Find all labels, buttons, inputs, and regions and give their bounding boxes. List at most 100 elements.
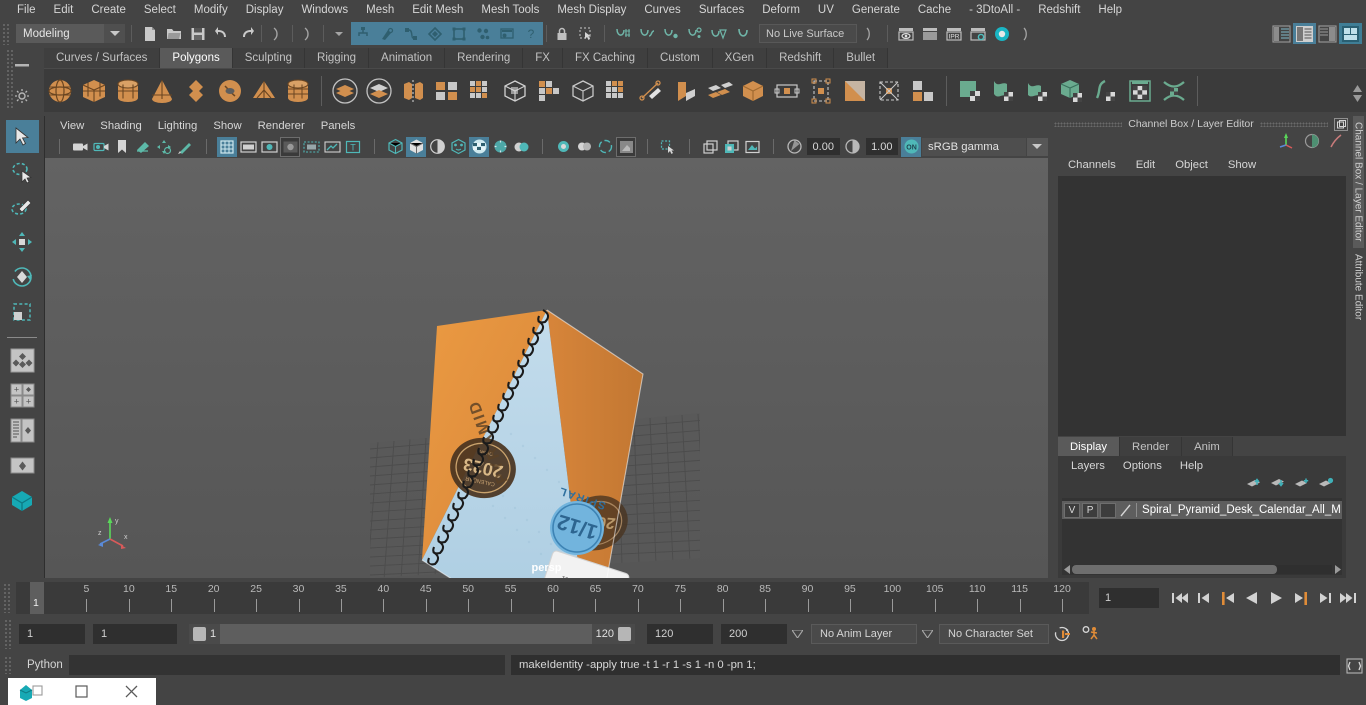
current-frame-field[interactable]: 1: [1099, 588, 1159, 608]
step-forward-key-icon[interactable]: [1289, 587, 1311, 609]
step-back-frame-icon[interactable]: [1193, 587, 1215, 609]
show-hide-channel-box-icon[interactable]: [1316, 23, 1339, 44]
lock-icon[interactable]: [550, 22, 574, 45]
play-forwards-icon[interactable]: [1265, 587, 1287, 609]
select-by-object-type-icon[interactable]: [375, 22, 399, 45]
lasso-select-tool[interactable]: [6, 155, 39, 188]
surface-revolve-icon[interactable]: [1090, 74, 1122, 108]
layer-name[interactable]: Spiral_Pyramid_Desk_Calendar_All_Mon: [1139, 504, 1340, 516]
xray-joints-icon[interactable]: [700, 137, 720, 157]
time-slider-track[interactable]: 1 5 10 15 20 25 30 35 40 45 50 55 60 65 70 75 80 85 90 95 1…: [16, 582, 1089, 614]
move-layer-down-icon[interactable]: [1270, 477, 1286, 495]
extrude-icon[interactable]: [499, 74, 531, 108]
select-tool[interactable]: [5, 120, 39, 153]
selection-mask-prev-icon[interactable]: [265, 22, 289, 45]
gamma-value[interactable]: 1.00: [865, 138, 899, 155]
surface-plane-icon[interactable]: [954, 74, 986, 108]
single-perspective-layout[interactable]: [6, 449, 39, 482]
poly-torus-icon[interactable]: [214, 74, 246, 108]
sculpt-tool-icon[interactable]: [839, 74, 871, 108]
surface-intersect-icon[interactable]: [1158, 74, 1190, 108]
viewport-menu-renderer[interactable]: Renderer: [250, 118, 313, 134]
snap-to-view-plane-icon[interactable]: [707, 22, 731, 45]
channel-menu-show[interactable]: Show: [1218, 157, 1266, 173]
move-layer-up-icon[interactable]: [1246, 477, 1262, 495]
layer-list-scrollbar[interactable]: [1062, 563, 1342, 575]
safe-action-icon[interactable]: [322, 137, 342, 157]
new-scene-icon[interactable]: [138, 22, 162, 45]
poly-platonic-icon[interactable]: [180, 74, 212, 108]
paint-select-tool[interactable]: [6, 190, 39, 223]
poly-prism-icon[interactable]: [282, 74, 314, 108]
side-tab-channel-box[interactable]: Channel Box / Layer Editor: [1352, 116, 1364, 248]
shelf-tab-sculpting[interactable]: Sculpting: [232, 48, 306, 68]
poly-pyramid-icon[interactable]: [248, 74, 280, 108]
menu-modify[interactable]: Modify: [185, 2, 237, 18]
viewport-menu-show[interactable]: Show: [205, 118, 249, 134]
viewport-menu-lighting[interactable]: Lighting: [150, 118, 206, 134]
shelf-tab-fx[interactable]: FX: [523, 48, 563, 68]
anim-layer-field[interactable]: No Anim Layer: [811, 624, 917, 644]
resolution-gate-icon[interactable]: [259, 137, 279, 157]
play-backwards-icon[interactable]: [1241, 587, 1263, 609]
go-to-start-icon[interactable]: [1169, 587, 1191, 609]
channel-menu-object[interactable]: Object: [1165, 157, 1218, 173]
layer-scroll-left-arrow[interactable]: [1062, 564, 1072, 574]
surface-cube-icon[interactable]: [1056, 74, 1088, 108]
animation-start-field[interactable]: 1: [19, 624, 85, 644]
render-next-icon[interactable]: [1014, 22, 1038, 45]
menu-set-selector[interactable]: Modeling: [16, 24, 104, 43]
ipr-render-icon[interactable]: IPR: [942, 22, 966, 45]
shaded-wireframe-icon[interactable]: [427, 137, 447, 157]
menu-uv[interactable]: UV: [809, 2, 843, 18]
menu-cache[interactable]: Cache: [909, 2, 960, 18]
save-scene-icon[interactable]: [186, 22, 210, 45]
text-overlay-icon[interactable]: T: [343, 137, 363, 157]
range-bar[interactable]: 1 120: [189, 624, 635, 644]
surface-loft-icon[interactable]: [988, 74, 1020, 108]
snap-to-curve-icon[interactable]: [635, 22, 659, 45]
shelf-tab-animation[interactable]: Animation: [369, 48, 446, 68]
render-settings-icon[interactable]: [966, 22, 990, 45]
layer-tab-render[interactable]: Render: [1120, 437, 1183, 456]
shelf-scroll-arrows[interactable]: [1350, 76, 1364, 110]
uv-editor-icon[interactable]: [873, 74, 905, 108]
auto-key-icon[interactable]: [1049, 625, 1077, 643]
animation-preferences-icon[interactable]: [1077, 625, 1105, 643]
quad-draw-icon[interactable]: [669, 74, 701, 108]
menu-edit-mesh[interactable]: Edit Mesh: [403, 2, 472, 18]
highlight-selection-icon[interactable]: [574, 22, 598, 45]
smooth-shade-icon[interactable]: [406, 136, 426, 157]
status-line-grip[interactable]: [2, 22, 11, 45]
layer-color-swatch[interactable]: [1118, 503, 1134, 518]
viewport-menu-shading[interactable]: Shading: [92, 118, 149, 134]
menu-edit[interactable]: Edit: [45, 2, 83, 18]
camera-attributes-icon[interactable]: [91, 137, 111, 157]
surface-editor-icon[interactable]: [1124, 74, 1156, 108]
select-vertex-icon[interactable]: [423, 22, 447, 45]
layer-visibility-toggle[interactable]: V: [1064, 502, 1081, 518]
redo-previous-render-icon[interactable]: [918, 22, 942, 45]
snap-to-projected-center-icon[interactable]: [683, 22, 707, 45]
menu-select[interactable]: Select: [135, 2, 185, 18]
selection-mask-next-icon[interactable]: [296, 22, 320, 45]
panel-undock-icon[interactable]: [1334, 117, 1348, 131]
go-to-end-icon[interactable]: [1337, 587, 1359, 609]
command-line-grip[interactable]: [4, 656, 13, 674]
image-plane-icon[interactable]: [133, 137, 153, 157]
shelf-tab-fx-caching[interactable]: FX Caching: [562, 48, 649, 68]
boolean-union-icon[interactable]: [329, 74, 361, 108]
select-by-component-icon[interactable]: [399, 22, 423, 45]
menu-curves[interactable]: Curves: [635, 2, 689, 18]
layer-playback-toggle[interactable]: P: [1082, 502, 1099, 518]
depth-of-field-icon[interactable]: [595, 137, 615, 157]
two-d-pan-zoom-icon[interactable]: [154, 137, 174, 157]
combine-icon[interactable]: [397, 74, 429, 108]
show-hide-modeling-toolkit-icon[interactable]: [1270, 23, 1293, 44]
snap-to-point-icon[interactable]: [659, 22, 683, 45]
layer-tab-anim[interactable]: Anim: [1182, 437, 1233, 456]
select-by-hierarchy-icon[interactable]: [351, 22, 375, 45]
range-bar-right-handle[interactable]: 120: [591, 624, 635, 644]
select-camera-icon[interactable]: [70, 137, 90, 157]
close-window-icon[interactable]: [107, 678, 156, 705]
